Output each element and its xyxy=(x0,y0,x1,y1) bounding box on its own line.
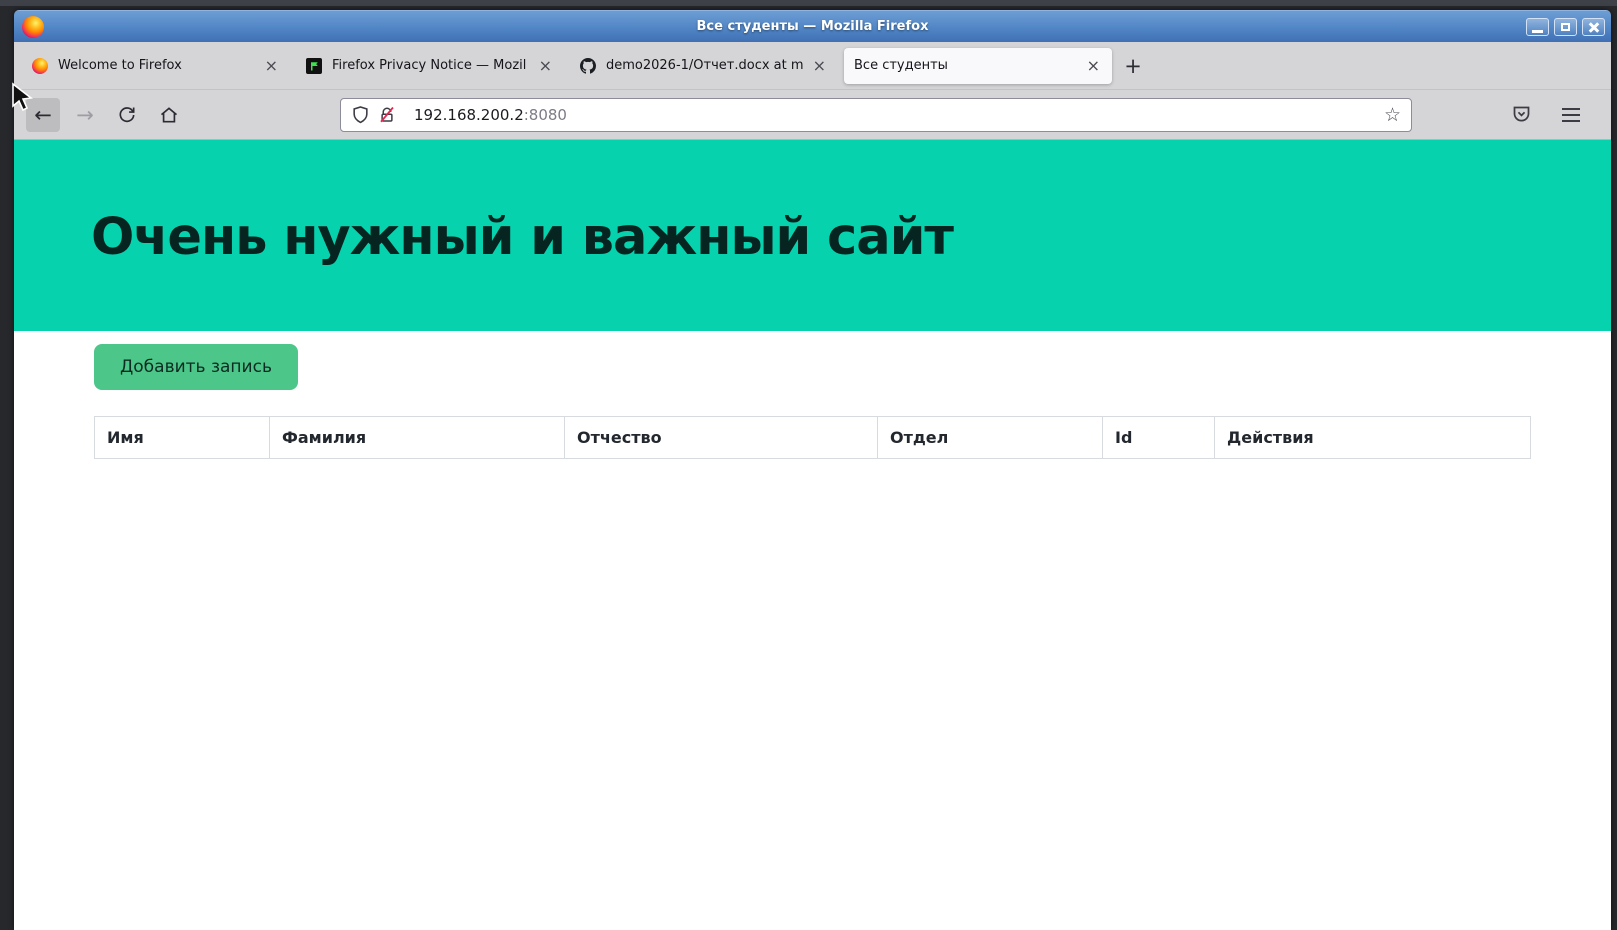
page-title: Очень нужный и важный сайт xyxy=(91,208,953,267)
tab-label: Firefox Privacy Notice — Mozil xyxy=(332,58,537,73)
students-table: Имя Фамилия Отчество Отдел Id Действия xyxy=(94,416,1531,459)
back-button[interactable]: ← xyxy=(26,98,60,132)
window-title: Все студенты — Mozilla Firefox xyxy=(14,19,1611,34)
url-text: 192.168.200.2:8080 xyxy=(414,106,567,124)
firefox-favicon-icon xyxy=(32,58,48,74)
tab-close-icon[interactable]: × xyxy=(1085,58,1102,74)
table-header-row: Имя Фамилия Отчество Отдел Id Действия xyxy=(95,417,1531,459)
tab-label: Welcome to Firefox xyxy=(58,58,263,73)
navigation-toolbar: ← → 192.168 xyxy=(14,90,1611,140)
column-header-department: Отдел xyxy=(878,417,1103,459)
window-titlebar[interactable]: Все студенты — Mozilla Firefox xyxy=(14,10,1611,42)
tab-privacy-notice[interactable]: Firefox Privacy Notice — Mozil × xyxy=(296,48,564,84)
bookmark-star-icon[interactable]: ☆ xyxy=(1384,104,1401,126)
column-header-name: Имя xyxy=(95,417,270,459)
column-header-patronymic: Отчество xyxy=(565,417,878,459)
new-tab-button[interactable]: + xyxy=(1118,51,1148,81)
page-viewport: Очень нужный и важный сайт Добавить запи… xyxy=(14,140,1611,930)
hero-banner: Очень нужный и важный сайт xyxy=(14,140,1611,331)
url-bar[interactable]: 192.168.200.2:8080 ☆ xyxy=(340,98,1412,132)
pocket-icon[interactable] xyxy=(1504,98,1538,132)
insecure-lock-icon[interactable] xyxy=(378,106,396,124)
menu-icon[interactable] xyxy=(1562,108,1580,122)
url-host: 192.168.200.2 xyxy=(414,106,524,124)
close-button[interactable] xyxy=(1582,18,1605,36)
firefox-window: Все студенты — Mozilla Firefox Welcome t… xyxy=(14,10,1611,930)
reload-button[interactable] xyxy=(110,98,144,132)
maximize-icon xyxy=(1561,23,1570,31)
tab-close-icon[interactable]: × xyxy=(811,58,828,74)
forward-button[interactable]: → xyxy=(68,98,102,132)
window-controls xyxy=(1526,18,1605,36)
tab-all-students-active[interactable]: Все студенты × xyxy=(844,48,1112,84)
tab-close-icon[interactable]: × xyxy=(263,58,280,74)
firefox-icon xyxy=(22,16,44,38)
tab-github-report[interactable]: demo2026-1/Отчет.docx at m × xyxy=(570,48,838,84)
minimize-button[interactable] xyxy=(1526,18,1549,36)
tab-close-icon[interactable]: × xyxy=(537,58,554,74)
maximize-button[interactable] xyxy=(1554,18,1577,36)
add-record-button[interactable]: Добавить запись xyxy=(94,344,298,390)
column-header-actions: Действия xyxy=(1215,417,1531,459)
tab-bar: Welcome to Firefox × Firefox Privacy Not… xyxy=(14,42,1611,90)
page-content: Добавить запись Имя Фамилия Отчество Отд… xyxy=(14,331,1611,459)
tab-label: demo2026-1/Отчет.docx at m xyxy=(606,58,811,73)
home-button[interactable] xyxy=(152,98,186,132)
close-icon xyxy=(1588,21,1600,33)
mozilla-flag-favicon-icon xyxy=(306,58,322,74)
github-favicon-icon xyxy=(580,58,596,74)
column-header-id: Id xyxy=(1103,417,1215,459)
column-header-surname: Фамилия xyxy=(270,417,565,459)
tab-welcome-to-firefox[interactable]: Welcome to Firefox × xyxy=(22,48,290,84)
tab-label: Все студенты xyxy=(854,58,1085,73)
shield-icon[interactable] xyxy=(351,105,370,124)
minimize-icon xyxy=(1532,30,1543,33)
desktop-top-panel xyxy=(0,0,1617,6)
url-port: :8080 xyxy=(524,106,567,124)
